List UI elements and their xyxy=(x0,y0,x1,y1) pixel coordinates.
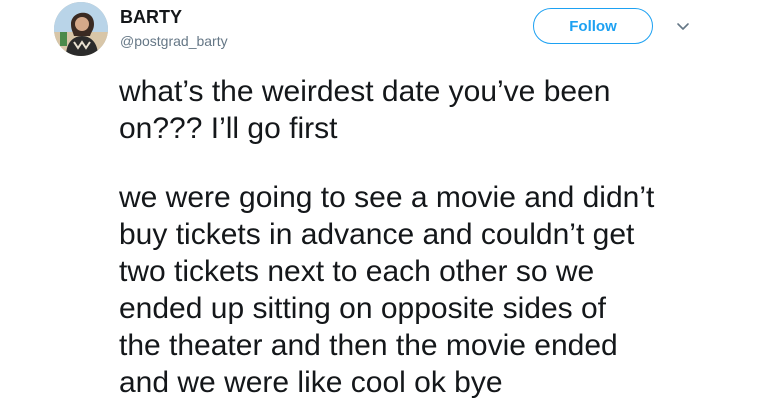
follow-button[interactable]: Follow xyxy=(533,8,653,44)
tweet-text-paragraph-1: what’s the weirdest date you’ve been on?… xyxy=(119,75,611,145)
tweet-text-paragraph-2: we were going to see a movie and didn’t … xyxy=(119,181,655,399)
avatar[interactable] xyxy=(54,2,108,56)
chevron-down-icon[interactable] xyxy=(674,18,692,36)
tweet-card: BARTY @postgrad_barty Follow what’s the … xyxy=(0,0,768,402)
display-name[interactable]: BARTY xyxy=(120,7,182,27)
user-handle[interactable]: @postgrad_barty xyxy=(120,33,228,49)
